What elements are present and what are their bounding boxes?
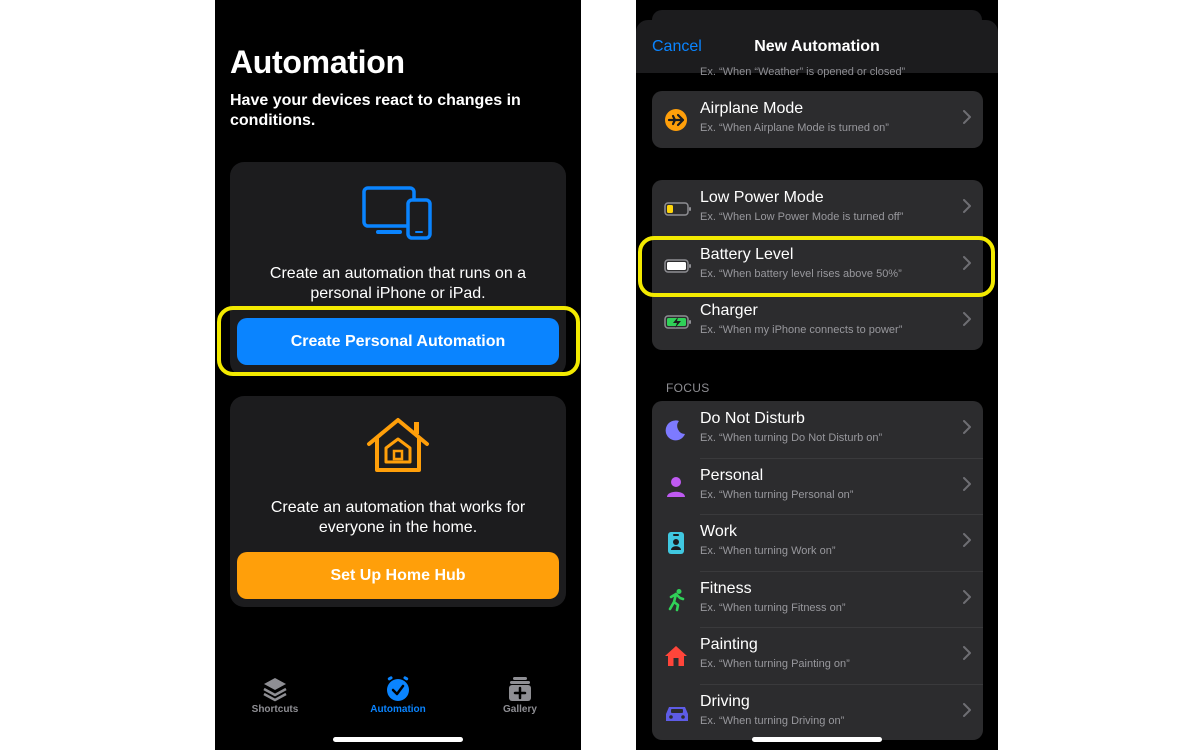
tab-gallery[interactable]: Gallery <box>470 672 570 715</box>
moon-icon <box>664 418 688 442</box>
tab-automation[interactable]: Automation <box>348 672 448 715</box>
row-title: Driving <box>700 692 750 710</box>
chevron-right-icon <box>963 476 971 491</box>
chevron-right-icon <box>963 420 971 434</box>
row-title: Do Not Disturb <box>700 410 805 427</box>
row-subtitle: Ex. “When my iPhone connects to power” <box>700 324 903 336</box>
tab-label: Automation <box>370 704 426 715</box>
create-personal-automation-button[interactable]: Create Personal Automation <box>237 318 559 365</box>
chevron-right-icon <box>963 312 971 326</box>
list-item-airplane-mode[interactable]: Airplane Mode Ex. “When Airplane Mode is… <box>652 91 983 148</box>
row-subtitle: Ex. “When turning Work on” <box>700 545 836 557</box>
list-item-do-not-disturb[interactable]: Do Not Disturb Ex. “When turning Do Not … <box>652 401 983 458</box>
trigger-group-1: Airplane Mode Ex. “When Airplane Mode is… <box>652 91 983 148</box>
list-item-charger[interactable]: Charger Ex. “When my iPhone connects to … <box>652 293 983 350</box>
personal-automation-card: Create an automation that runs on a pers… <box>230 162 566 376</box>
trigger-group-2: Low Power Mode Ex. “When Low Power Mode … <box>652 180 983 350</box>
row-subtitle: Ex. “When turning Personal on” <box>700 488 854 501</box>
row-title: Painting <box>700 636 758 653</box>
tab-label: Shortcuts <box>251 704 299 715</box>
battery-full-icon <box>664 254 691 278</box>
row-subtitle: Ex. “When turning Painting on” <box>700 658 850 670</box>
chevron-right-icon <box>963 646 971 660</box>
airplane-icon <box>664 108 688 132</box>
row-title: Airplane Mode <box>700 100 804 117</box>
person-icon <box>664 475 688 499</box>
home-card-text: Create an automation that works for ever… <box>270 499 526 536</box>
chevron-right-icon <box>963 110 971 124</box>
home-indicator <box>752 737 882 742</box>
chevron-right-icon <box>963 533 971 547</box>
row-subtitle: Ex. “When turning Fitness on” <box>700 601 846 614</box>
home-automation-card: Create an automation that works for ever… <box>230 396 566 607</box>
list-item-personal[interactable]: Personal Ex. “When turning Personal on” <box>652 457 983 515</box>
row-subtitle: Ex. “When Airplane Mode is turned on” <box>700 122 889 134</box>
list-item-painting[interactable]: Painting Ex. “When turning Painting on” <box>652 627 983 684</box>
list-item-battery-level[interactable]: Battery Level Ex. “When battery level ri… <box>652 236 983 294</box>
list-item-fitness[interactable]: Fitness Ex. “When turning Fitness on” <box>652 570 983 628</box>
tab-bar: Shortcuts Automation Gallery <box>215 672 581 732</box>
battery-low-icon <box>664 197 691 221</box>
row-title: Low Power Mode <box>700 189 824 206</box>
home-icon <box>363 414 433 481</box>
nav-title: New Automation <box>754 38 880 55</box>
running-icon <box>664 588 688 612</box>
row-subtitle: Ex. “When Low Power Mode is turned off” <box>700 211 904 223</box>
home-indicator <box>333 737 463 742</box>
list-item-low-power-mode[interactable]: Low Power Mode Ex. “When Low Power Mode … <box>652 180 983 237</box>
scrolled-row-subtitle: Ex. “When “Weather” is opened or closed” <box>700 66 906 78</box>
chevron-right-icon <box>963 199 971 213</box>
personal-card-text: Create an automation that runs on a pers… <box>269 265 527 302</box>
gallery-icon <box>509 677 531 701</box>
page-title: Automation <box>230 44 405 80</box>
house-icon <box>664 644 688 668</box>
automation-screen: Automation Have your devices react to ch… <box>215 0 581 750</box>
row-title: Work <box>700 523 738 540</box>
tab-label: Gallery <box>503 704 537 715</box>
row-subtitle: Ex. “When turning Do Not Disturb on” <box>700 432 883 444</box>
clock-check-icon <box>387 676 409 701</box>
chevron-right-icon <box>963 255 971 270</box>
layers-icon <box>263 678 287 702</box>
chevron-right-icon <box>963 589 971 604</box>
devices-icon <box>362 186 434 245</box>
car-icon <box>664 701 688 725</box>
tab-shortcuts[interactable]: Shortcuts <box>225 672 325 715</box>
battery-charging-icon <box>664 310 691 334</box>
row-subtitle: Ex. “When turning Driving on” <box>700 714 845 727</box>
focus-group: Do Not Disturb Ex. “When turning Do Not … <box>652 401 983 740</box>
new-automation-screen: Cancel New Automation Ex. “When “Weather… <box>636 0 998 750</box>
row-title: Charger <box>700 302 758 319</box>
row-title: Battery Level <box>700 245 794 263</box>
set-up-home-hub-button[interactable]: Set Up Home Hub <box>237 552 559 599</box>
section-header-focus: FOCUS <box>666 381 710 395</box>
chevron-right-icon <box>963 702 971 717</box>
badge-icon <box>664 531 688 555</box>
row-title: Personal <box>700 466 764 484</box>
row-title: Fitness <box>700 579 752 597</box>
list-item-driving[interactable]: Driving Ex. “When turning Driving on” <box>652 683 983 741</box>
list-item-work[interactable]: Work Ex. “When turning Work on” <box>652 514 983 571</box>
row-subtitle: Ex. “When battery level rises above 50%” <box>700 267 902 280</box>
page-subtitle: Have your devices react to changes in co… <box>230 92 521 129</box>
